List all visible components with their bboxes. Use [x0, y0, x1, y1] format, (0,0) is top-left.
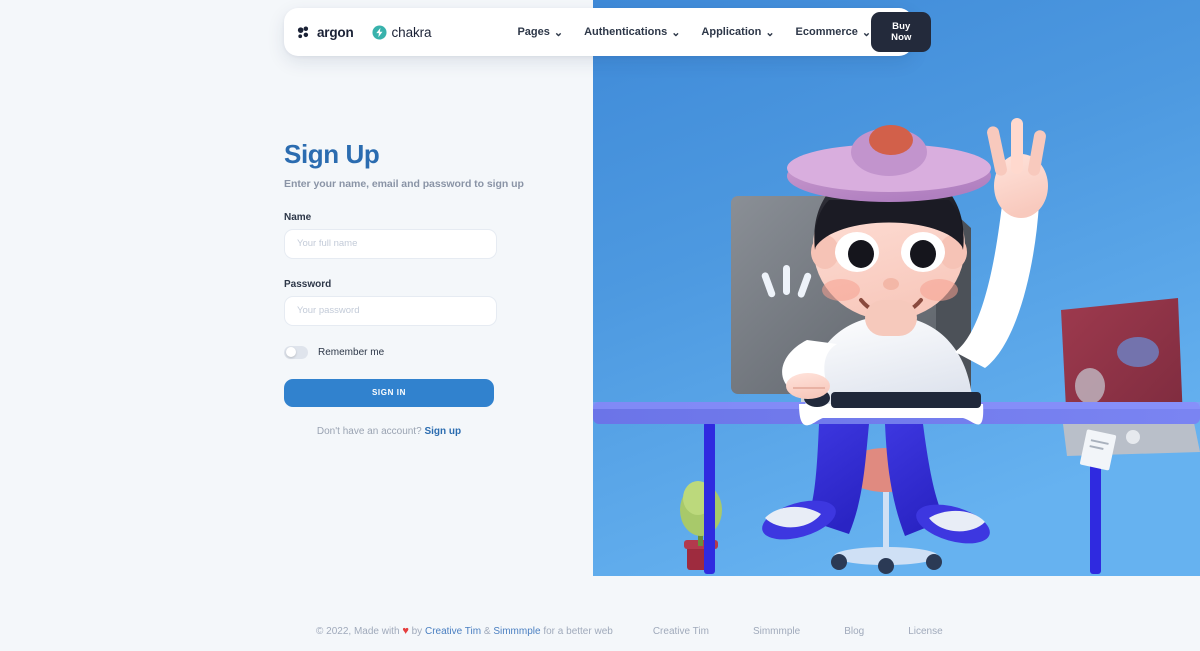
footer-copyright: © 2022, Made with [316, 626, 400, 637]
footer-credit: © 2022, Made with ♥ by Creative Tim & Si… [316, 625, 613, 637]
footer-nav-links: Creative Tim Simmmple Blog License [653, 626, 943, 637]
heart-icon: ♥ [402, 625, 409, 637]
chevron-down-icon: ⌄ [671, 26, 681, 39]
nav-item-ecommerce-label: Ecommerce [795, 26, 858, 38]
password-field-label: Password [284, 278, 332, 290]
brand-argon-label: argon [317, 24, 354, 40]
nav-item-application-label: Application [701, 26, 762, 38]
name-field-group: Name [284, 212, 584, 259]
hero-illustration [593, 0, 1200, 576]
nav-links: Pages ⌄ Authentications ⌄ Application ⌄ … [517, 26, 871, 39]
chakra-bolt-icon [371, 24, 387, 40]
footer-by: by [411, 626, 423, 637]
navbar: argon chakra Pages ⌄ Authentications ⌄ A… [284, 8, 932, 56]
footer: © 2022, Made with ♥ by Creative Tim & Si… [0, 625, 1200, 637]
remember-me-toggle[interactable] [284, 345, 308, 359]
signup-prompt-text: Don't have an account? [316, 425, 422, 437]
signup-prompt: Don't have an account? Sign up [284, 426, 494, 437]
brand-chakra-label: chakra [391, 24, 432, 40]
nav-item-authentications[interactable]: Authentications ⌄ [584, 26, 680, 39]
nav-item-authentications-label: Authentications [584, 26, 668, 38]
footer-nav-blog[interactable]: Blog [844, 626, 864, 637]
chevron-down-icon: ⌄ [861, 26, 872, 39]
brand-chakra[interactable]: chakra [371, 24, 432, 40]
footer-link-creative-tim[interactable]: Creative Tim [425, 626, 481, 637]
password-field-group: Password [284, 279, 584, 326]
footer-amp: & [483, 626, 491, 637]
hero-panel [593, 0, 1200, 576]
nav-item-ecommerce[interactable]: Ecommerce ⌄ [796, 26, 872, 39]
toggle-knob [285, 347, 296, 358]
nav-item-pages-label: Pages [517, 26, 550, 38]
footer-nav-license[interactable]: License [908, 626, 942, 637]
nav-item-pages[interactable]: Pages ⌄ [517, 26, 563, 39]
sign-in-button[interactable]: SIGN IN [284, 378, 494, 407]
page-title: Sign Up [284, 139, 380, 169]
footer-link-simmmple[interactable]: Simmmple [493, 626, 540, 637]
signup-form: Sign Up Enter your name, email and passw… [284, 139, 584, 437]
chevron-down-icon: ⌄ [553, 26, 564, 39]
chevron-down-icon: ⌄ [765, 26, 775, 39]
signup-page: argon chakra Pages ⌄ Authentications ⌄ A… [0, 0, 1200, 651]
footer-nav-simmmple[interactable]: Simmmple [753, 626, 800, 637]
footer-nav-creative-tim[interactable]: Creative Tim [653, 626, 709, 637]
remember-me-label: Remember me [318, 346, 385, 358]
footer-suffix: for a better web [543, 626, 613, 637]
page-subtitle: Enter your name, email and password to s… [284, 177, 524, 190]
password-input[interactable] [284, 295, 497, 326]
buy-now-button[interactable]: Buy Now [871, 12, 932, 52]
name-field-label: Name [284, 211, 312, 223]
signup-link[interactable]: Sign up [424, 426, 461, 437]
nav-item-application[interactable]: Application ⌄ [701, 26, 774, 39]
remember-me-row: Remember me [284, 345, 584, 359]
argon-logo-icon [297, 26, 309, 38]
name-input[interactable] [284, 228, 497, 259]
brand-argon[interactable]: argon [296, 25, 354, 40]
